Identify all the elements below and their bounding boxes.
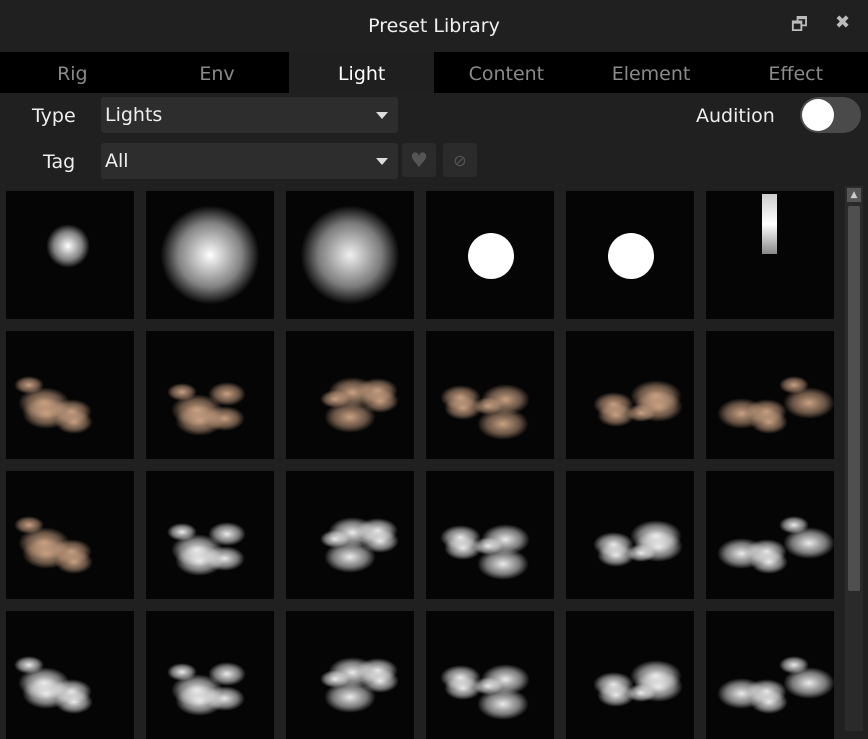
type-dropdown[interactable]: Lights: [101, 97, 398, 133]
preset-thumbnail-white-wispy-cloud[interactable]: [286, 471, 414, 599]
preset-thumbnail-white-cloud-small[interactable]: [706, 471, 834, 599]
type-value: Lights: [105, 104, 163, 126]
title-bar: Preset Library 🗗 ✖: [0, 0, 868, 51]
scrollbar-thumb[interactable]: [848, 206, 860, 591]
chevron-down-icon: [376, 112, 388, 119]
preset-thumbnail-white-cloud-puffs[interactable]: [706, 611, 834, 739]
audition-toggle[interactable]: [800, 97, 861, 133]
preset-thumbnail-dark-cloud[interactable]: [146, 331, 274, 459]
preset-thumbnail-white-cloud-drift[interactable]: [146, 611, 274, 739]
preset-thumbnail-small-sphere-light[interactable]: [6, 191, 134, 319]
preset-thumbnail-warm-cloud-left[interactable]: [6, 471, 134, 599]
preset-thumbnail-warm-dark-cloud[interactable]: [706, 331, 834, 459]
scrollbar[interactable]: ▲: [845, 186, 863, 731]
preset-thumbnail-sphere-face-light[interactable]: [426, 191, 554, 319]
preset-thumbnail-white-cumulus-large[interactable]: [286, 611, 414, 739]
tab-element[interactable]: Element: [579, 52, 724, 93]
scroll-up-icon[interactable]: ▲: [847, 188, 861, 202]
tab-effect[interactable]: Effect: [723, 52, 868, 93]
heart-icon: ♥: [410, 148, 428, 172]
preset-thumbnail-scattered-cloud[interactable]: [426, 331, 554, 459]
restore-window-icon[interactable]: 🗗: [791, 12, 808, 42]
chevron-down-icon: [376, 158, 388, 165]
preset-thumbnail-warm-cloud[interactable]: [6, 331, 134, 459]
preset-thumbnail-ring-sphere-light[interactable]: [146, 191, 274, 319]
preset-thumbnail-white-cloud-row[interactable]: [566, 471, 694, 599]
type-label: Type: [32, 105, 76, 127]
preset-thumbnail-white-cloud-cluster[interactable]: [426, 611, 554, 739]
tag-label: Tag: [43, 151, 76, 173]
preset-thumbnail-white-cloud-bank[interactable]: [426, 471, 554, 599]
close-icon[interactable]: ✖: [835, 12, 850, 33]
tab-bar: Rig Env Light Content Element Effect: [0, 52, 868, 93]
preset-thumbnail-sphere-face-light-dim[interactable]: [566, 191, 694, 319]
hidden-filter-button[interactable]: ⊘: [443, 143, 477, 177]
tab-rig[interactable]: Rig: [0, 52, 145, 93]
tab-light[interactable]: Light: [289, 52, 435, 93]
tab-content[interactable]: Content: [434, 52, 579, 93]
preset-thumbnail-warm-patchy-cloud[interactable]: [566, 331, 694, 459]
preset-thumbnail-white-cloud-strip[interactable]: [566, 611, 694, 739]
tag-dropdown[interactable]: All: [101, 143, 398, 179]
preset-thumbnail-warm-cloud-soft[interactable]: [286, 331, 414, 459]
favorites-filter-button[interactable]: ♥: [402, 143, 436, 177]
preset-thumbnail-white-cumulus[interactable]: [146, 471, 274, 599]
window-title: Preset Library: [368, 14, 500, 37]
preset-thumbnail-white-cloud-low[interactable]: [6, 611, 134, 739]
audition-label: Audition: [696, 105, 775, 127]
preset-thumbnail-tube-light[interactable]: [706, 191, 834, 319]
toggle-knob: [802, 99, 834, 131]
tab-env[interactable]: Env: [145, 52, 290, 93]
eye-slash-icon: ⊘: [453, 150, 467, 170]
tag-value: All: [105, 150, 129, 172]
preset-thumbnail-soft-sphere-light[interactable]: [286, 191, 414, 319]
